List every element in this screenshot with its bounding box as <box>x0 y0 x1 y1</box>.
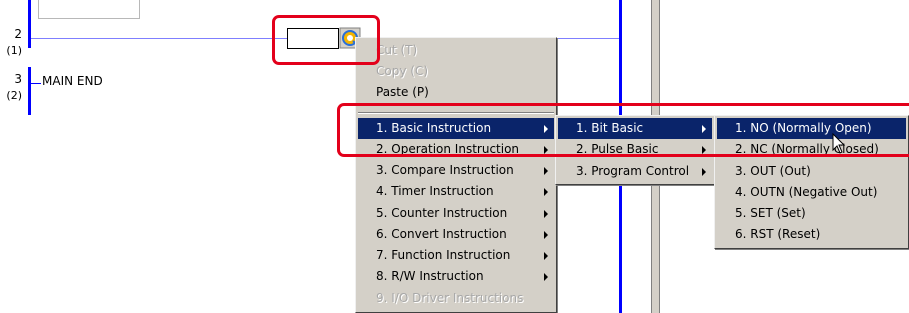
menu-item-label: 6. Convert Instruction <box>376 227 507 241</box>
menu-item-label: 3. Compare Instruction <box>376 163 514 177</box>
left-rail-top <box>28 0 31 48</box>
menu-item-paste[interactable]: Paste (P) <box>358 82 554 103</box>
menu-item-convert-instruction[interactable]: 6. Convert Instruction <box>358 224 554 245</box>
submenu-item-program-control[interactable]: 3. Program Control <box>558 161 712 182</box>
submenu-arrow-icon <box>544 252 548 260</box>
submenu-item-outn[interactable]: 4. OUTN (Negative Out) <box>717 182 906 203</box>
menu-item-io-driver-instructions[interactable]: 9. I/O Driver Instructions <box>358 288 554 309</box>
menu-item-label: 5. Counter Instruction <box>376 206 508 220</box>
submenu-item-set[interactable]: 5. SET (Set) <box>717 203 906 224</box>
callout-instruction-cursor <box>272 15 380 65</box>
menu-item-rw-instruction[interactable]: 8. R/W Instruction <box>358 266 554 287</box>
submenu-arrow-icon <box>702 168 706 176</box>
step-number: (1) <box>6 44 22 57</box>
menu-item-counter-instruction[interactable]: 5. Counter Instruction <box>358 203 554 224</box>
menu-item-label: 3. Program Control <box>576 164 690 178</box>
submenu-arrow-icon <box>544 167 548 175</box>
row-number: 3 <box>14 72 22 86</box>
menu-item-function-instruction[interactable]: 7. Function Instruction <box>358 245 554 266</box>
submenu-arrow-icon <box>544 210 548 218</box>
menu-item-label: 8. R/W Instruction <box>376 269 484 283</box>
menu-item-label: 7. Function Instruction <box>376 248 511 262</box>
rung-line <box>31 38 287 39</box>
menu-item-copy[interactable]: Copy (C) <box>358 61 554 82</box>
context-menu: Cut (T) Copy (C) Paste (P) 1. Basic Inst… <box>355 37 557 313</box>
step-number: (2) <box>6 89 22 102</box>
menu-item-compare-instruction[interactable]: 3. Compare Instruction <box>358 160 554 181</box>
submenu-item-out[interactable]: 3. OUT (Out) <box>717 161 906 182</box>
row-number: 2 <box>14 27 22 41</box>
submenu-item-rst[interactable]: 6. RST (Reset) <box>717 224 906 245</box>
submenu-arrow-icon <box>544 231 548 239</box>
menu-item-timer-instruction[interactable]: 4. Timer Instruction <box>358 181 554 202</box>
main-end-label: MAIN END <box>42 74 103 88</box>
left-rail-bottom <box>28 67 31 115</box>
previous-rung-box <box>38 0 140 19</box>
callout-menu-path <box>337 103 909 157</box>
submenu-arrow-icon <box>544 273 548 281</box>
menu-item-label: 4. Timer Instruction <box>376 184 494 198</box>
submenu-arrow-icon <box>544 188 548 196</box>
main-end-line <box>31 83 41 84</box>
menu-item-cut[interactable]: Cut (T) <box>358 40 554 61</box>
